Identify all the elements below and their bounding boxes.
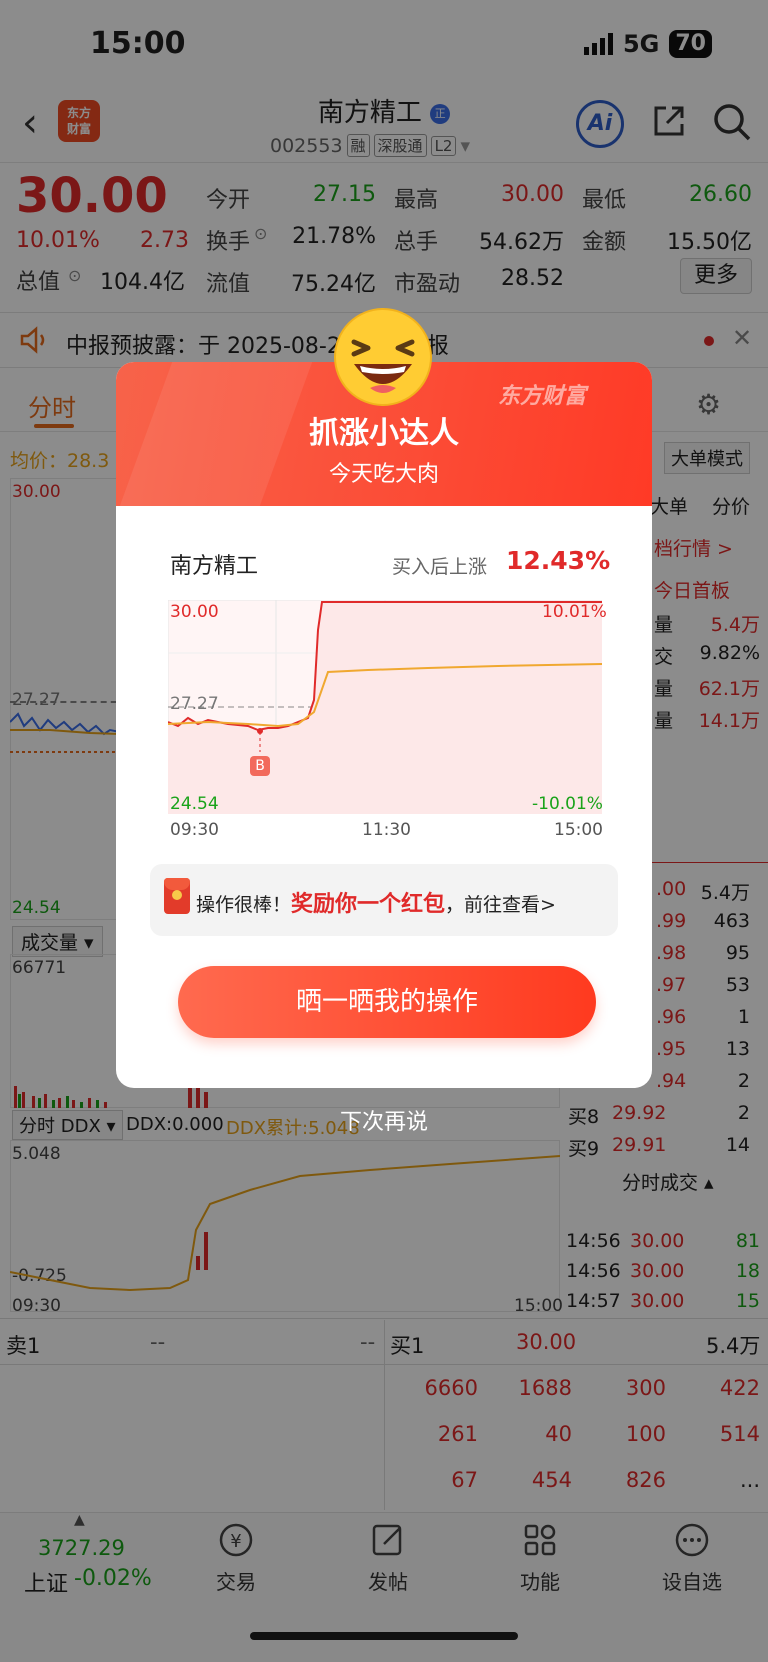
reward-text: 操作很棒！奖励你一个红包，前往查看> — [196, 886, 556, 918]
mini-x-tick: 11:30 — [362, 820, 411, 840]
laughing-emoji-icon — [334, 308, 432, 406]
share-operation-button[interactable]: 晒一晒我的操作 — [178, 966, 596, 1038]
modal-title: 抓涨小达人 — [309, 416, 459, 451]
reward-prefix: 操作很棒！ — [196, 894, 292, 916]
reward-highlight: 奖励你一个红包 — [291, 892, 446, 917]
mini-top-left: 30.00 — [170, 602, 219, 622]
modal-stock-name: 南方精工 — [170, 554, 259, 579]
dismiss-link[interactable]: 下次再说 — [0, 1104, 768, 1136]
envelope-coin — [172, 890, 182, 900]
modal-subtitle: 今天吃大肉 — [328, 462, 439, 487]
home-indicator — [250, 1632, 518, 1640]
modal-brand: 东方财富 — [498, 384, 587, 409]
mini-price-chart — [168, 600, 602, 814]
reward-suffix[interactable]: ，前往查看> — [445, 894, 556, 916]
buy-marker: B — [250, 756, 270, 776]
achievement-modal: 东方财富 抓涨小达人 今天吃大肉 南方精工 买入后上涨 12.43% 30.00… — [116, 362, 652, 1088]
mini-mid: 27.27 — [170, 694, 219, 714]
mini-top-right: 10.01% — [542, 602, 607, 622]
mini-x-tick: 09:30 — [170, 820, 219, 840]
envelope-flap — [164, 878, 190, 890]
mini-x-tick: 15:00 — [554, 820, 603, 840]
rise-value: 12.43% — [506, 546, 611, 575]
mini-bottom-left: 24.54 — [170, 794, 219, 814]
mini-bottom-right: -10.01% — [532, 794, 603, 814]
rise-label: 买入后上涨 — [392, 556, 488, 578]
